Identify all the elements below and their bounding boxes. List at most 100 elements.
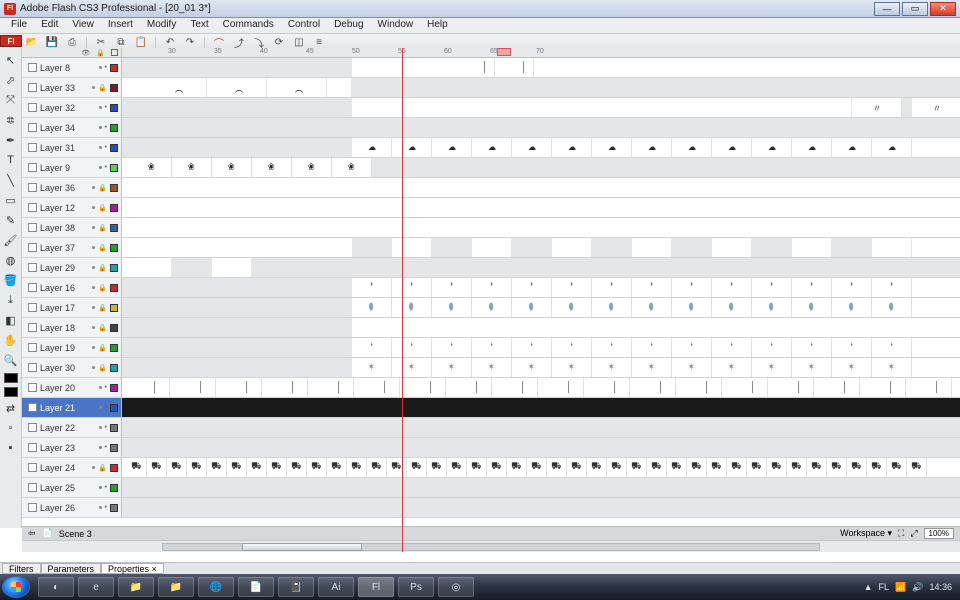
layer-outline-color[interactable] <box>110 64 118 72</box>
layer-lock-icon[interactable]: • <box>105 104 107 111</box>
frame-thumbnail[interactable]: ❛ <box>632 338 672 357</box>
toggle-visibility-column-icon[interactable] <box>81 48 90 57</box>
layer-outline-color[interactable] <box>110 424 118 432</box>
layer-lock-icon[interactable]: 🔒 <box>98 364 107 372</box>
frames-track[interactable]: 〃〃 <box>122 98 960 117</box>
frame-thumbnail[interactable]: ⛟ <box>707 458 727 477</box>
paint-bucket-tool[interactable]: 🪣 <box>1 271 21 289</box>
layer-label[interactable]: Layer 37🔒 <box>22 238 122 257</box>
eraser-tool[interactable]: ◧ <box>1 311 21 329</box>
layer-outline-color[interactable] <box>110 404 118 412</box>
frame-span[interactable] <box>122 198 960 217</box>
frame-thumbnail[interactable]: ✶ <box>872 358 912 377</box>
layer-outline-color[interactable] <box>110 364 118 372</box>
pencil-tool[interactable]: ✎ <box>1 211 21 229</box>
frame-thumbnail[interactable]: │ <box>648 378 676 397</box>
layer-outline-color[interactable] <box>110 284 118 292</box>
frames-track[interactable] <box>122 218 960 237</box>
frame-thumbnail[interactable]: ☁ <box>392 138 432 157</box>
layer-outline-color[interactable] <box>110 184 118 192</box>
frame-thumbnail[interactable]: ❛ <box>872 338 912 357</box>
frame-thumbnail[interactable]: │ <box>142 378 170 397</box>
layer-lock-icon[interactable]: • <box>105 484 107 491</box>
frame-thumbnail[interactable]: │ <box>832 378 860 397</box>
frame-thumbnail[interactable]: ❛ <box>752 338 792 357</box>
option-button-b[interactable]: ▪ <box>1 439 21 457</box>
frame-thumbnail[interactable]: ⛟ <box>727 458 747 477</box>
frame-thumbnail[interactable]: ⛟ <box>127 458 147 477</box>
layer-outline-color[interactable] <box>110 384 118 392</box>
frame-span[interactable] <box>122 418 960 437</box>
layer-outline-color[interactable] <box>110 484 118 492</box>
frame-thumbnail[interactable]: ❀ <box>132 158 172 177</box>
frame-thumbnail[interactable]: ⛟ <box>187 458 207 477</box>
frame-span[interactable] <box>392 238 432 257</box>
taskbar-app-button[interactable]: Fl <box>358 577 394 597</box>
frame-thumbnail[interactable]: ✶ <box>832 358 872 377</box>
stroke-color-swatch[interactable] <box>4 373 18 383</box>
frame-span[interactable] <box>122 178 960 197</box>
frame-thumbnail[interactable]: ☁ <box>592 138 632 157</box>
frames-track[interactable] <box>122 178 960 197</box>
frame-span[interactable] <box>552 238 592 257</box>
frame-thumbnail[interactable]: ⛟ <box>327 458 347 477</box>
layer-lock-icon[interactable]: • <box>105 424 107 431</box>
frame-thumbnail[interactable]: ❀ <box>252 158 292 177</box>
menu-control[interactable]: Control <box>281 18 327 33</box>
ink-bottle-tool[interactable]: ◍ <box>1 251 21 269</box>
frame-span[interactable] <box>472 238 512 257</box>
frame-thumbnail[interactable]: ❀ <box>292 158 332 177</box>
frame-span[interactable] <box>712 238 752 257</box>
frame-span[interactable] <box>212 258 252 277</box>
frame-thumbnail[interactable]: │ <box>477 58 495 77</box>
frame-thumbnail[interactable]: ✶ <box>712 358 752 377</box>
taskbar-app-button[interactable]: ◎ <box>438 577 474 597</box>
frame-thumbnail[interactable]: ⛟ <box>607 458 627 477</box>
toggle-lock-column-icon[interactable] <box>96 48 105 57</box>
frame-thumbnail[interactable]: ⛟ <box>767 458 787 477</box>
frame-thumbnail[interactable]: ⛟ <box>747 458 767 477</box>
frames-track[interactable]: ││ <box>122 58 960 77</box>
zoom-level-field[interactable]: 100% <box>924 528 954 539</box>
layer-label[interactable]: Layer 24🔒 <box>22 458 122 477</box>
frame-span[interactable] <box>352 58 960 77</box>
outline-color-column-icon[interactable] <box>111 49 118 56</box>
brush-tool[interactable]: 🖌 <box>1 231 21 249</box>
frames-track[interactable]: ││││││││││││││││││ <box>122 378 960 397</box>
frame-thumbnail[interactable]: ☁ <box>672 138 712 157</box>
layer-outline-color[interactable] <box>110 144 118 152</box>
layer-lock-icon[interactable]: • <box>105 144 107 151</box>
frame-thumbnail[interactable]: ⛟ <box>787 458 807 477</box>
frame-thumbnail[interactable]: ❛ <box>472 338 512 357</box>
frame-span[interactable] <box>752 238 792 257</box>
frame-thumbnail[interactable]: │ <box>602 378 630 397</box>
swap-colors-button[interactable]: ⇄ <box>1 399 21 417</box>
frame-thumbnail[interactable]: ✶ <box>512 358 552 377</box>
frame-thumbnail[interactable]: ⛟ <box>207 458 227 477</box>
layer-label[interactable]: Layer 20• <box>22 378 122 397</box>
frame-thumbnail[interactable]: ⛟ <box>527 458 547 477</box>
frame-thumbnail[interactable]: ✶ <box>432 358 472 377</box>
frames-track[interactable]: ︵︵︵ <box>122 78 960 97</box>
frame-span[interactable] <box>252 258 960 277</box>
layer-outline-color[interactable] <box>110 104 118 112</box>
frame-span[interactable] <box>122 258 172 277</box>
line-tool[interactable]: ╲ <box>1 171 21 189</box>
taskbar-app-button[interactable]: e <box>78 577 114 597</box>
layer-lock-icon[interactable]: 🔒 <box>98 304 107 312</box>
frame-thumbnail[interactable]: ︵ <box>212 78 267 97</box>
selection-tool[interactable]: ↖ <box>1 51 21 69</box>
frame-thumbnail[interactable]: ⛟ <box>627 458 647 477</box>
layer-label[interactable]: Layer 30🔒 <box>22 358 122 377</box>
frame-thumbnail[interactable]: ❛ <box>712 338 752 357</box>
frame-thumbnail[interactable]: ⬮ <box>632 298 672 317</box>
frame-span[interactable] <box>352 318 960 337</box>
eyedropper-tool[interactable]: ⤓ <box>1 291 21 309</box>
frame-span[interactable] <box>122 298 352 317</box>
frame-thumbnail[interactable]: ✶ <box>392 358 432 377</box>
frame-thumbnail[interactable]: ⬮ <box>672 298 712 317</box>
frame-thumbnail[interactable]: ❜ <box>672 278 712 297</box>
tray-icon[interactable]: FL <box>879 582 890 593</box>
menu-modify[interactable]: Modify <box>140 18 183 33</box>
frame-thumbnail[interactable]: ✶ <box>592 358 632 377</box>
